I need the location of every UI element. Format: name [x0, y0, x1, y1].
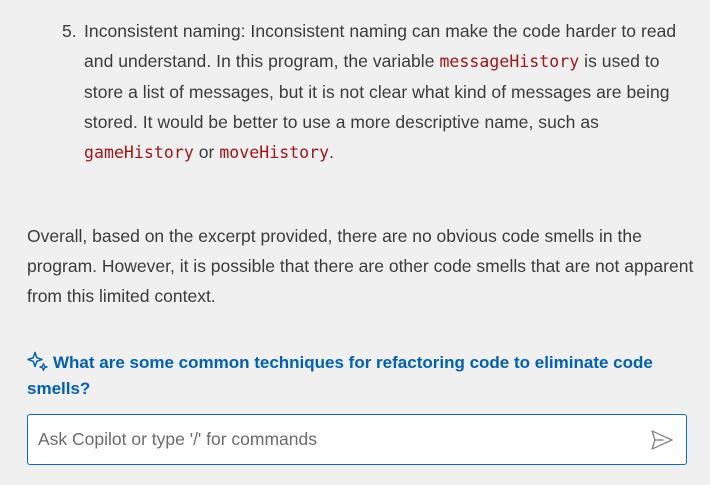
list-item-number: 5. [62, 21, 77, 41]
list-item: 5. Inconsistent naming: Inconsistent nam… [62, 16, 692, 168]
inline-code-message-history: messageHistory [439, 52, 580, 71]
chat-panel: 5. Inconsistent naming: Inconsistent nam… [0, 0, 710, 485]
chat-input[interactable] [38, 415, 638, 464]
send-icon[interactable] [650, 429, 674, 451]
chat-input-box [27, 414, 687, 465]
list-text-segment: . [329, 142, 335, 162]
numbered-list: 5. Inconsistent naming: Inconsistent nam… [62, 16, 692, 168]
sparkle-icon [27, 351, 48, 371]
followup-suggestion[interactable]: What are some common techniques for refa… [27, 350, 695, 402]
inline-code-game-history: gameHistory [84, 143, 194, 162]
list-item-text: Inconsistent naming: Inconsistent naming… [84, 21, 676, 162]
list-text-segment: or [193, 142, 220, 162]
followup-text: What are some common techniques for refa… [27, 353, 653, 398]
summary-paragraph: Overall, based on the excerpt provided, … [27, 226, 694, 306]
inline-code-move-history: moveHistory [219, 143, 330, 162]
